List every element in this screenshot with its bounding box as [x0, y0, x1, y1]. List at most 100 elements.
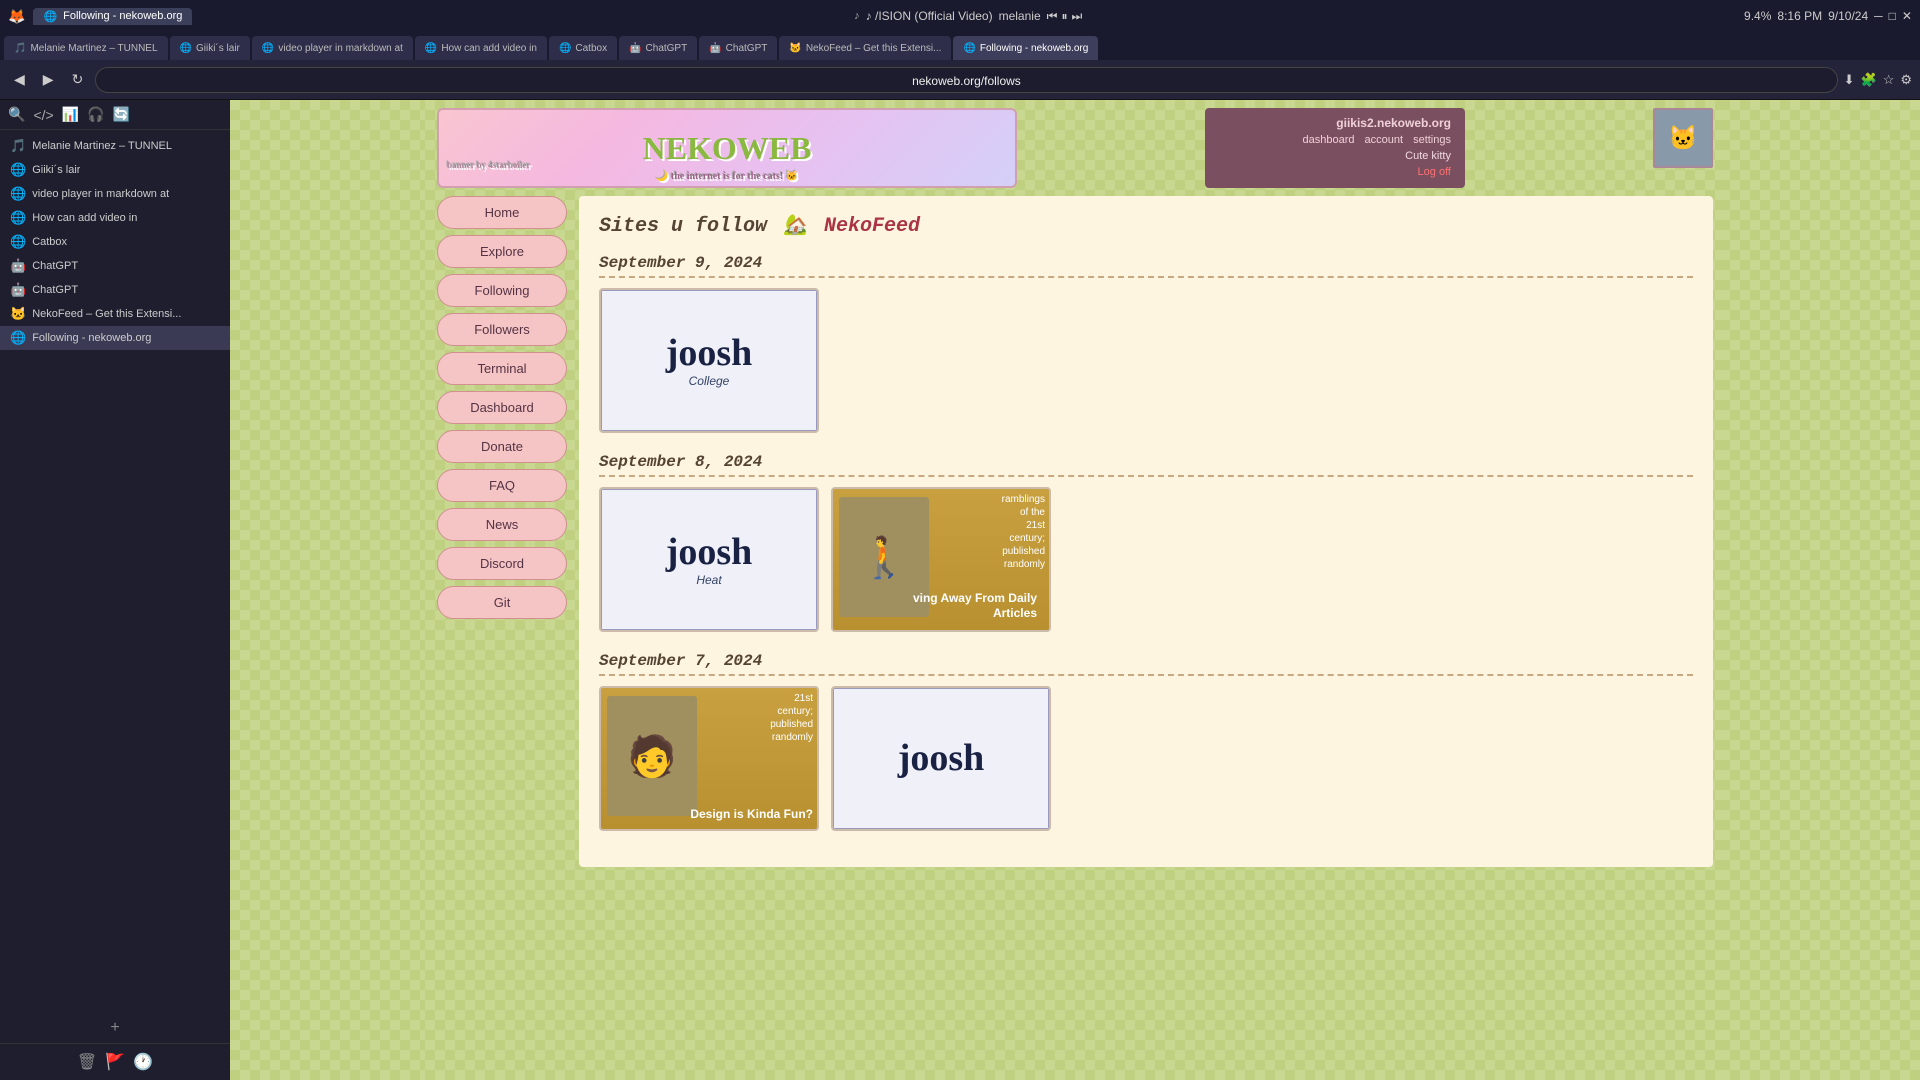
tab-catbox[interactable]: 🌐 Catbox	[549, 36, 617, 60]
next-button[interactable]: ⏭	[1071, 9, 1082, 24]
tab-chatgpt2[interactable]: 🤖 ChatGPT	[699, 36, 777, 60]
joosh-title: joosh	[666, 334, 753, 372]
date-section-sep9: September 9, 2024 joosh College	[599, 254, 1693, 433]
sidebar-item-label: NekoFeed – Get this Extensi...	[32, 308, 181, 320]
settings-icon[interactable]: ⚙	[1900, 72, 1912, 88]
prev-button[interactable]: ⏮	[1047, 9, 1058, 24]
chart-icon[interactable]: 📊	[62, 106, 79, 123]
tab-favicon: 🌐	[180, 43, 192, 54]
titlebar-center: ♪ ♪ /ISION (Official Video) melanie ⏮ ⏸ …	[854, 9, 1082, 24]
feed-header: Sites u follow 🏡 NekoFeed	[599, 212, 1693, 238]
browser-tabs: 🎵 Melanie Martinez – TUNNEL 🌐 Giiki´s la…	[0, 32, 1920, 60]
dashboard-link[interactable]: dashboard	[1303, 134, 1355, 146]
tab-following[interactable]: 🌐 Following - nekoweb.org	[953, 36, 1098, 60]
tab-label: Following - nekoweb.org	[980, 43, 1088, 54]
sync-icon[interactable]: 🔄	[113, 106, 130, 123]
tab-giiki[interactable]: 🌐 Giiki´s lair	[170, 36, 250, 60]
feed-emoji: 🏡	[783, 215, 808, 238]
maximize-button[interactable]: □	[1889, 9, 1896, 23]
sidebar-item-howcan[interactable]: 🌐 How can add video in	[0, 206, 230, 230]
headphones-icon[interactable]: 🎧	[87, 106, 104, 123]
trash-icon[interactable]: 🗑	[77, 1052, 97, 1072]
minimize-button[interactable]: ─	[1874, 9, 1883, 23]
tab-nekofeed[interactable]: 🐱 NekoFeed – Get this Extensi...	[779, 36, 951, 60]
sidebar-item-chatgpt2[interactable]: 🤖 ChatGPT	[0, 278, 230, 302]
sidebar-item-label: Giiki´s lair	[32, 164, 80, 176]
nav-donate-button[interactable]: Donate	[437, 430, 567, 463]
nav-terminal-button[interactable]: Terminal	[437, 352, 567, 385]
sidebar-add-button[interactable]: +	[0, 1013, 230, 1043]
tab-favicon: 🎵	[14, 43, 26, 54]
nav-following-button[interactable]: Following	[437, 274, 567, 307]
sidebar-item-label: Melanie Martinez – TUNNEL	[32, 140, 172, 152]
sidebar-item-catbox[interactable]: 🌐 Catbox	[0, 230, 230, 254]
sidebar-item-melanie[interactable]: 🎵 Melanie Martinez – TUNNEL	[0, 134, 230, 158]
flag-icon[interactable]: 🚩	[105, 1052, 125, 1072]
sidebar-item-icon: 🐱	[10, 306, 26, 322]
settings-link[interactable]: settings	[1413, 134, 1451, 146]
feed-card-joosh3[interactable]: joosh	[831, 686, 1051, 831]
pause-button[interactable]: ⏸	[1061, 9, 1067, 24]
sidebar-item-label: Following - nekoweb.org	[32, 332, 151, 344]
sidebar-item-label: ChatGPT	[32, 284, 78, 296]
feed-card-ramblings2[interactable]: 🧑 21stcentury;publishedrandomly Design i…	[599, 686, 819, 831]
extensions-icon[interactable]: 🧩	[1861, 72, 1877, 88]
nav-faq-button[interactable]: FAQ	[437, 469, 567, 502]
nav-explore-button[interactable]: Explore	[437, 235, 567, 268]
sidebar-item-icon: 🌐	[10, 210, 26, 226]
nav-dashboard-button[interactable]: Dashboard	[437, 391, 567, 424]
feed-header-text: Sites u follow	[599, 215, 767, 238]
tab-favicon: 🌐	[559, 43, 571, 54]
sidebar-item-chatgpt1[interactable]: 🤖 ChatGPT	[0, 254, 230, 278]
bookmark-icon[interactable]: ☆	[1883, 72, 1895, 88]
nav-home-button[interactable]: Home	[437, 196, 567, 229]
refresh-button[interactable]: ↻	[66, 69, 90, 90]
nav-followers-button[interactable]: Followers	[437, 313, 567, 346]
page-layout: Home Explore Following Followers Termina…	[425, 196, 1725, 879]
tab-howcan[interactable]: 🌐 How can add video in	[415, 36, 547, 60]
nav-git-button[interactable]: Git	[437, 586, 567, 619]
search-icon[interactable]: 🔍	[8, 106, 25, 123]
music-icon: ♪	[854, 10, 860, 22]
tab-video[interactable]: 🌐 video player in markdown at	[252, 36, 413, 60]
sidebar-item-icon: 🤖	[10, 282, 26, 298]
feed-card-joosh-heat[interactable]: joosh Heat	[599, 487, 819, 632]
active-tab[interactable]: 🌐 Following - nekoweb.org	[33, 8, 192, 25]
sidebar-item-following[interactable]: 🌐 Following - nekoweb.org	[0, 326, 230, 350]
sidebar-item-video[interactable]: 🌐 video player in markdown at	[0, 182, 230, 206]
sidebar-item-label: ChatGPT	[32, 260, 78, 272]
banner-title: NEKOWEB	[643, 130, 812, 167]
sidebar-item-nekofeed[interactable]: 🐱 NekoFeed – Get this Extensi...	[0, 302, 230, 326]
tab-favicon: 🌐	[262, 43, 274, 54]
page-content: NEKOWEB banner by 4starboiler giikis2.ne…	[230, 100, 1920, 1080]
media-controls[interactable]: ⏮ ⏸ ⏭	[1047, 9, 1083, 24]
account-link[interactable]: account	[1365, 134, 1404, 146]
tab-favicon: 🌐	[425, 43, 437, 54]
feed-card-joosh-college[interactable]: joosh College	[599, 288, 819, 433]
banner-area: NEKOWEB banner by 4starboiler giikis2.ne…	[425, 100, 1725, 196]
date-label-sep8: September 8, 2024	[599, 453, 1693, 477]
history-icon[interactable]: 🕐	[133, 1052, 153, 1072]
back-button[interactable]: ◀	[8, 69, 31, 90]
feed-card-ramblings[interactable]: 🚶 ramblingsof the21stcentury;publishedra…	[831, 487, 1051, 632]
sidebar-item-icon: 🎵	[10, 138, 26, 154]
nav-news-button[interactable]: News	[437, 508, 567, 541]
nav-discord-button[interactable]: Discord	[437, 547, 567, 580]
joosh-subtitle: Heat	[696, 573, 721, 587]
date-label-sep7: September 7, 2024	[599, 652, 1693, 676]
code-icon[interactable]: </>	[33, 107, 53, 123]
toolbar: ◀ ▶ ↻ nekoweb.org/follows ⬇ 🧩 ☆ ⚙	[0, 60, 1920, 100]
joosh-card-inner: joosh College	[601, 290, 817, 431]
download-icon[interactable]: ⬇	[1844, 72, 1855, 88]
logoff-link[interactable]: Log off	[1418, 166, 1451, 178]
site-header-right: giikis2.nekoweb.org dashboard account se…	[1205, 108, 1465, 188]
forward-button[interactable]: ▶	[37, 69, 60, 90]
url-bar[interactable]: nekoweb.org/follows	[95, 67, 1837, 93]
tab-melanie[interactable]: 🎵 Melanie Martinez – TUNNEL	[4, 36, 168, 60]
tab-chatgpt1[interactable]: 🤖 ChatGPT	[619, 36, 697, 60]
titlebar-right: 9.4% 8:16 PM 9/10/24 ─ □ ✕	[1744, 9, 1912, 23]
tab-label: How can add video in	[441, 43, 537, 54]
close-button[interactable]: ✕	[1902, 9, 1912, 23]
sidebar-item-giiki[interactable]: 🌐 Giiki´s lair	[0, 158, 230, 182]
toolbar-icons: ⬇ 🧩 ☆ ⚙	[1844, 72, 1912, 88]
